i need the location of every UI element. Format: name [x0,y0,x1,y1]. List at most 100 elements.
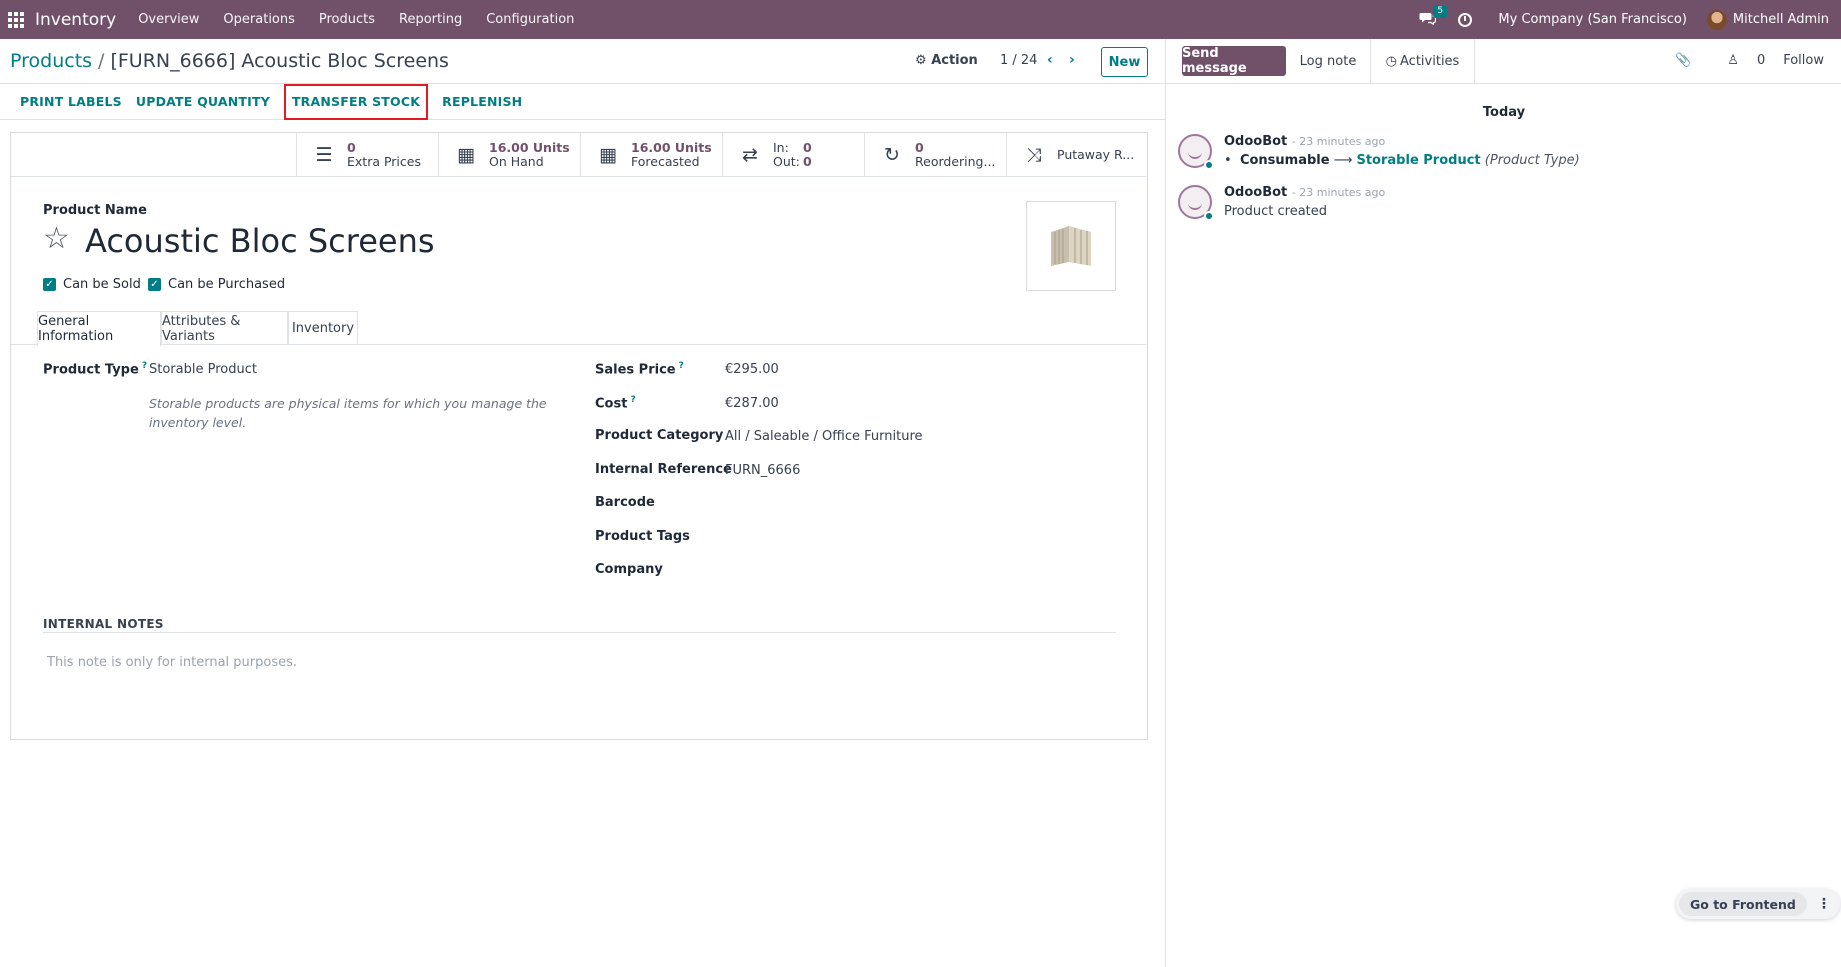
reordering-label: Reordering... [915,154,996,169]
chatter-topbar-right: 📎 ♙ 0 Follow [1657,53,1824,68]
menu-reporting[interactable]: Reporting [399,12,462,27]
tab-attributes-variants[interactable]: Attributes & Variants [161,311,288,345]
list-icon: ☰ [315,144,333,166]
product-name-label: Product Name [43,203,147,218]
action-menu-button[interactable]: ⚙ Action [915,53,978,68]
top-navbar: Inventory Overview Operations Products R… [0,0,1841,39]
tab-general-information[interactable]: General Information [37,311,161,346]
message-author: OdooBot - 23 minutes ago [1224,134,1386,149]
putaway-button[interactable]: ⤨ Putaway R... [1006,133,1147,177]
help-icon[interactable]: ? [142,361,147,371]
send-message-button[interactable]: Send message [1182,46,1286,76]
menu-operations[interactable]: Operations [223,12,294,27]
pager-value[interactable]: 1 / 24 [1000,53,1037,68]
new-button[interactable]: New [1101,47,1148,77]
followers-count: 0 [1756,53,1766,68]
chat-count-badge: 5 [1433,4,1448,18]
star-icon[interactable]: ☆ [43,221,70,257]
company-field[interactable] [725,562,1105,580]
on-hand-value: 16.00 Units [489,140,570,155]
cost-label: Cost? [595,395,636,412]
tracking-change: • Consumable ⟶ Storable Product (Product… [1224,153,1580,168]
form-action-bar: PRINT LABELS UPDATE QUANTITY TRANSFER ST… [0,83,1165,120]
user-name[interactable]: Mitchell Admin [1733,12,1829,27]
more-vertical-icon[interactable]: ⋮ [1812,892,1836,916]
clock-icon: ◷ [1385,54,1398,69]
product-tags-field[interactable] [725,529,1105,547]
log-note-button[interactable]: Log note [1286,39,1371,84]
activities-button[interactable]: ◷ Activities [1371,39,1475,84]
odoobot-avatar[interactable] [1178,134,1214,170]
menu-overview[interactable]: Overview [138,12,199,27]
product-image-art [1051,226,1091,266]
message-time: - 23 minutes ago [1291,135,1386,148]
odoobot-avatar[interactable] [1178,185,1214,221]
message-author: OdooBot - 23 minutes ago [1224,185,1386,200]
internal-notes-field[interactable]: This note is only for internal purposes. [47,655,297,670]
help-icon[interactable]: ? [630,395,635,405]
company-switcher[interactable]: My Company (San Francisco) [1498,12,1686,27]
out-value: 0 [803,154,812,169]
gear-icon: ⚙ [915,53,927,68]
can-be-purchased-label: Can be Purchased [168,277,286,292]
arrow-right-icon: ⟶ [1333,153,1353,168]
action-label: Action [931,53,978,68]
user-icon: ♙ [1727,53,1739,68]
form-sheet: ☰ 0 Extra Prices ▦ 16.00 Units On Hand ▦ 1… [10,132,1148,740]
exchange-icon: ⇄ [742,144,758,166]
internal-reference-label: Internal Reference [595,462,732,477]
menu-products[interactable]: Products [319,12,375,27]
bullet-icon: • [1224,153,1232,168]
product-tags-label: Product Tags [595,529,690,544]
replenish-button[interactable]: REPLENISH [435,84,529,120]
refresh-icon: ↻ [884,144,900,166]
breadcrumb-products-link[interactable]: Products [10,50,92,72]
reordering-button[interactable]: ↻ 0 Reordering... [864,133,1006,177]
extra-prices-value: 0 [347,140,356,155]
message-time: - 23 minutes ago [1291,186,1386,199]
chat-icon[interactable]: 5 [1419,4,1448,29]
internal-reference-field[interactable]: FURN_6666 [725,463,800,478]
user-avatar[interactable] [1706,9,1727,30]
followers-button[interactable]: ♙ 0 [1709,53,1765,68]
product-name-field[interactable]: Acoustic Bloc Screens [85,221,435,261]
app-name[interactable]: Inventory [35,10,116,30]
can-be-purchased-checkbox[interactable]: ✓ Can be Purchased [148,277,285,292]
product-image[interactable] [1026,201,1116,291]
in-out-button[interactable]: ⇄ In: 0 Out: 0 [722,133,864,177]
go-to-frontend-button[interactable]: Go to Frontend [1679,892,1807,916]
sales-price-field[interactable]: €295.00 [725,362,779,377]
activity-clock-icon[interactable] [1458,12,1473,27]
product-category-field[interactable]: All / Saleable / Office Furniture [725,429,923,444]
product-type-field[interactable]: Storable Product [149,362,257,377]
tab-inventory[interactable]: Inventory [288,311,358,345]
can-be-sold-checkbox[interactable]: ✓ Can be Sold [43,277,141,292]
chatter-panel: Send message Log note ◷ Activities 📎 ♙ 0 F… [1165,39,1841,967]
help-icon[interactable]: ? [679,361,684,371]
transfer-stock-button[interactable]: TRANSFER STOCK [283,83,429,120]
menu-configuration[interactable]: Configuration [486,12,574,27]
on-hand-button[interactable]: ▦ 16.00 Units On Hand [438,133,580,177]
date-separator: Today [1482,105,1526,120]
paperclip-icon[interactable]: 📎 [1675,53,1691,68]
message-item: OdooBot - 23 minutes ago • Consumable ⟶ … [1178,134,1818,174]
can-be-sold-label: Can be Sold [63,277,141,292]
follow-button[interactable]: Follow [1783,53,1824,68]
print-labels-button[interactable]: PRINT LABELS [13,84,129,120]
forecasted-label: Forecasted [631,154,700,169]
product-type-help: Storable products are physical items for… [149,396,547,430]
tracking-old-value: Consumable [1239,153,1330,168]
activities-label: Activities [1400,54,1460,69]
breadcrumb-current: [FURN_6666] Acoustic Bloc Screens [110,50,449,72]
extra-prices-button[interactable]: ☰ 0 Extra Prices [296,133,438,177]
update-quantity-button[interactable]: UPDATE QUANTITY [129,84,277,120]
barcode-field[interactable] [725,495,1105,513]
chevron-left-icon[interactable]: ‹ [1047,52,1053,68]
app-menu-icon[interactable] [3,0,29,39]
chevron-right-icon[interactable]: › [1069,52,1075,68]
forecasted-button[interactable]: ▦ 16.00 Units Forecasted [580,133,722,177]
go-to-frontend-widget: Go to Frontend ⋮ [1676,889,1840,919]
cost-field[interactable]: €287.00 [725,396,779,411]
on-hand-label: On Hand [489,154,544,169]
extra-prices-label: Extra Prices [347,154,421,169]
